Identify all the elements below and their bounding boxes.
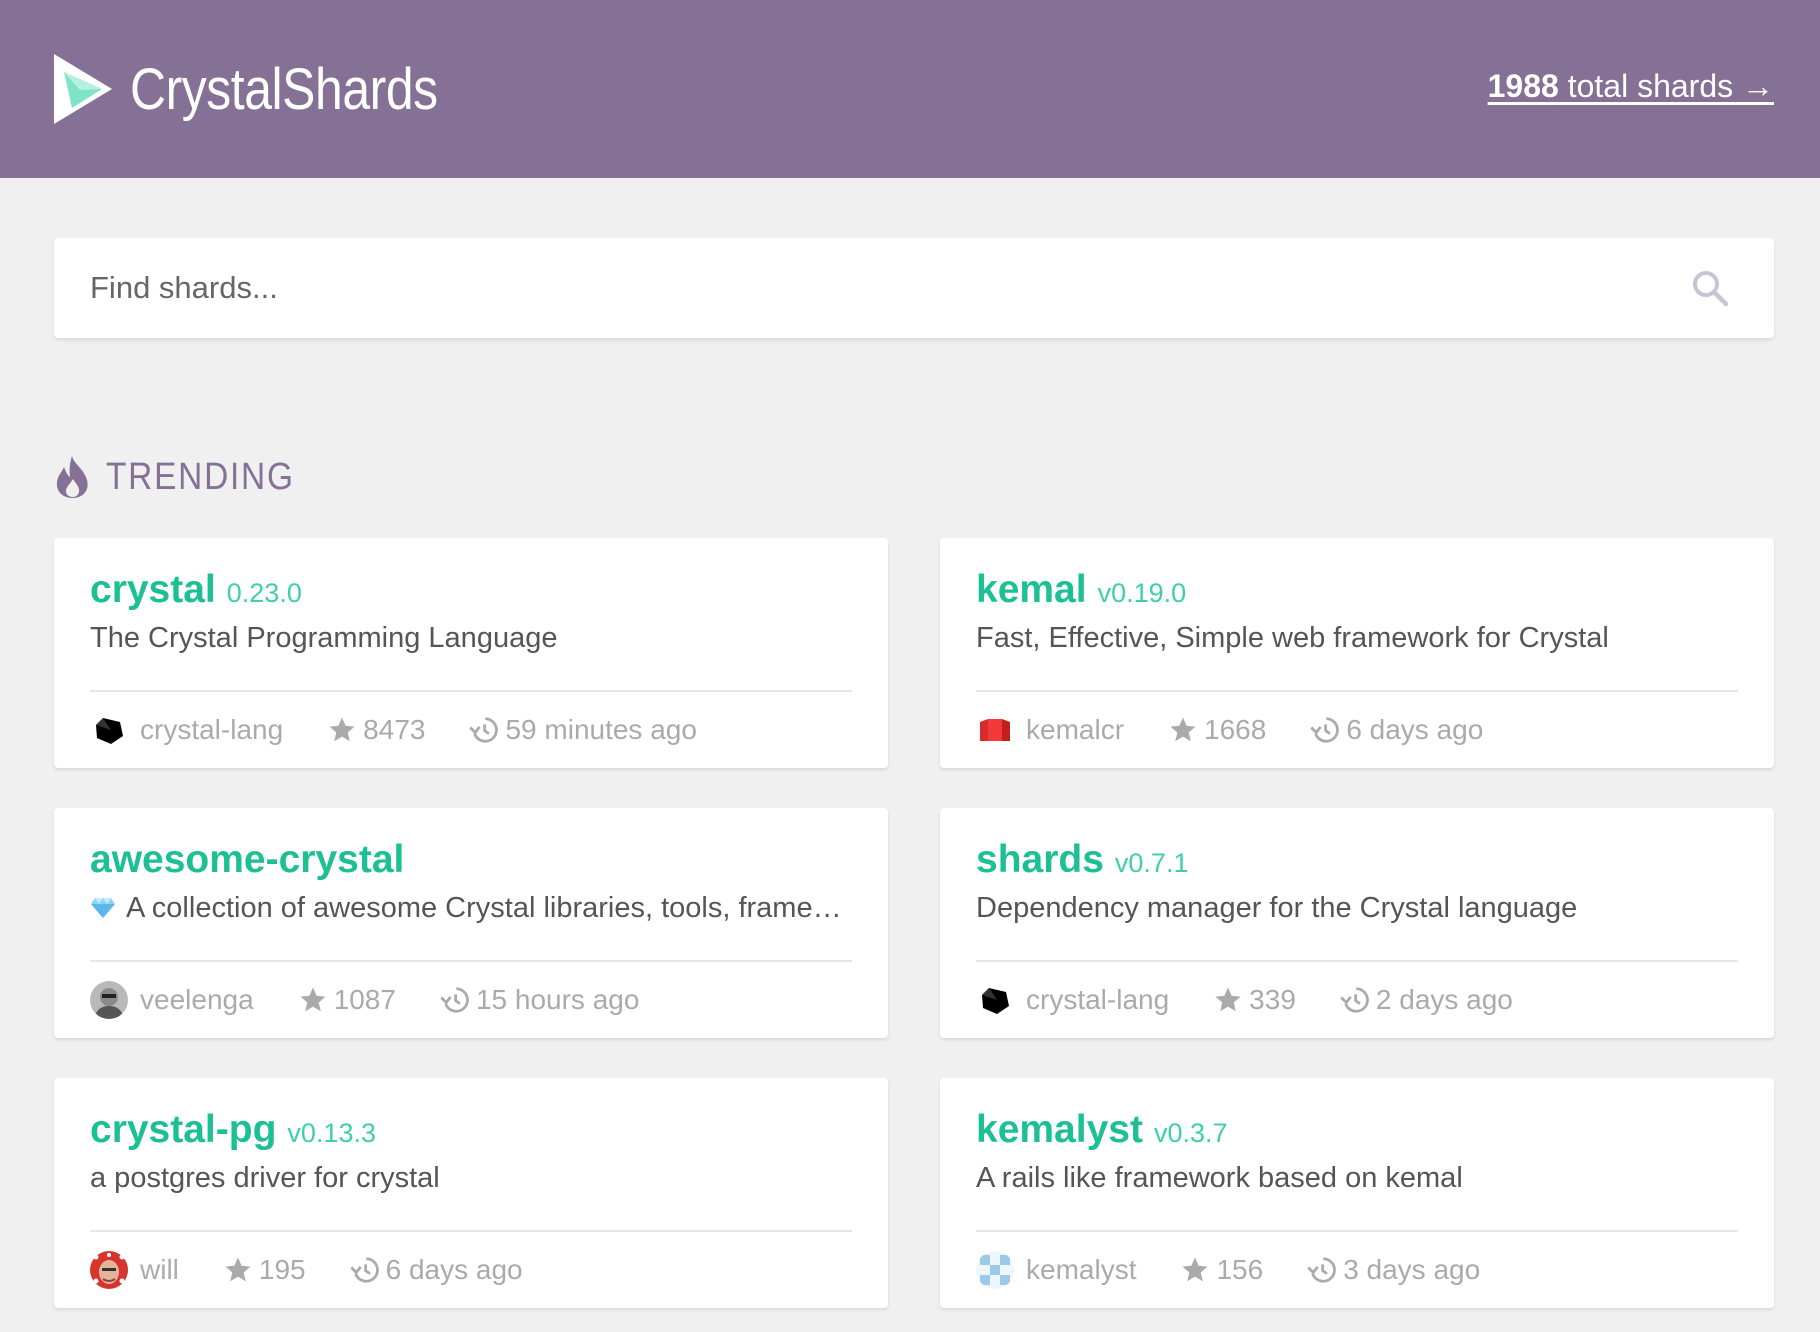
shard-meta: veelenga 1087 15 hours ago bbox=[90, 978, 639, 1022]
shard-description: The Crystal Programming Language bbox=[90, 622, 558, 654]
trending-title: TRENDING bbox=[106, 455, 295, 498]
will-avatar[interactable] bbox=[90, 1251, 128, 1289]
star-count: 195 bbox=[258, 1254, 306, 1285]
owner-link[interactable]: veelenga bbox=[140, 984, 254, 1016]
card-title-row: awesome-crystal bbox=[90, 838, 415, 882]
shard-card-crystal: crystal 0.23.0 The Crystal Programming L… bbox=[54, 538, 888, 768]
history-icon bbox=[1307, 1257, 1336, 1283]
owner-link[interactable]: crystal-lang bbox=[1026, 984, 1169, 1016]
kemalcr-avatar[interactable] bbox=[976, 711, 1014, 749]
shard-description: A rails like framework based on kemal bbox=[976, 1162, 1463, 1194]
star-icon bbox=[329, 717, 355, 742]
shard-name-link[interactable]: kemalyst bbox=[976, 1108, 1143, 1152]
crystal-logo-icon bbox=[54, 54, 112, 124]
card-divider bbox=[90, 960, 852, 962]
veelenga-avatar[interactable] bbox=[90, 981, 128, 1019]
shard-meta: kemalyst 156 3 days ago bbox=[976, 1248, 1480, 1292]
shard-card-kemal: kemal v0.19.0 Fast, Effective, Simple we… bbox=[940, 538, 1774, 768]
history-icon bbox=[1310, 717, 1340, 743]
card-title-row: kemal v0.19.0 bbox=[976, 568, 1186, 612]
card-title-row: kemalyst v0.3.7 bbox=[976, 1108, 1228, 1152]
shard-description: Dependency manager for the Crystal langu… bbox=[976, 892, 1578, 924]
star-icon bbox=[1170, 717, 1196, 742]
brand-name: CrystalShards bbox=[130, 56, 438, 122]
star-count: 1668 bbox=[1204, 714, 1267, 745]
crystal-lang-avatar[interactable] bbox=[90, 711, 128, 749]
owner-link[interactable]: crystal-lang bbox=[140, 714, 283, 746]
shard-description: a postgres driver for crystal bbox=[90, 1162, 440, 1194]
brand-link[interactable]: CrystalShards bbox=[54, 54, 488, 124]
history-icon bbox=[349, 1257, 379, 1283]
star-icon bbox=[225, 1257, 251, 1282]
updated-time: 2 days ago bbox=[1375, 984, 1513, 1015]
card-divider bbox=[976, 690, 1738, 692]
shard-card-shards: shards v0.7.1 Dependency manager for the… bbox=[940, 808, 1774, 1038]
shard-card-kemalyst: kemalyst v0.3.7 A rails like framework b… bbox=[940, 1078, 1774, 1308]
shard-name-link[interactable]: crystal-pg bbox=[90, 1108, 276, 1152]
search-input[interactable] bbox=[90, 238, 1650, 338]
star-icon bbox=[1215, 987, 1241, 1012]
gem-icon bbox=[91, 898, 115, 918]
shard-meta: kemalcr 1668 6 days ago bbox=[976, 708, 1483, 752]
history-icon bbox=[440, 987, 469, 1013]
shard-version: v0.7.1 bbox=[1114, 848, 1189, 878]
history-icon bbox=[469, 717, 499, 743]
total-shards-text: total shards → bbox=[1558, 68, 1774, 104]
card-title-row: shards v0.7.1 bbox=[976, 838, 1188, 882]
owner-link[interactable]: kemalyst bbox=[1026, 1254, 1136, 1286]
updated-time: 15 hours ago bbox=[475, 984, 640, 1015]
updated-time: 59 minutes ago bbox=[505, 714, 697, 745]
card-divider bbox=[976, 1230, 1738, 1232]
flame-icon bbox=[56, 456, 88, 498]
star-count: 8473 bbox=[363, 714, 426, 745]
card-title-row: crystal-pg v0.13.3 bbox=[90, 1108, 376, 1152]
shard-version: v0.3.7 bbox=[1153, 1118, 1228, 1148]
card-divider bbox=[976, 960, 1738, 962]
crystal-lang-avatar[interactable] bbox=[976, 981, 1014, 1019]
star-icon bbox=[300, 987, 326, 1012]
shard-description: Fast, Effective, Simple web framework fo… bbox=[976, 622, 1609, 654]
shard-card-crystal-pg: crystal-pg v0.13.3 a postgres driver for… bbox=[54, 1078, 888, 1308]
search-icon[interactable] bbox=[1690, 268, 1730, 308]
updated-time: 6 days ago bbox=[385, 1254, 523, 1285]
shard-version: v0.13.3 bbox=[287, 1118, 376, 1148]
total-shards-link[interactable]: 1988 total shards → bbox=[1488, 68, 1774, 105]
card-title-row: crystal 0.23.0 bbox=[90, 568, 302, 612]
total-shards-count: 1988 bbox=[1487, 68, 1559, 104]
shard-name-link[interactable]: crystal bbox=[90, 568, 216, 612]
star-icon bbox=[1182, 1257, 1208, 1282]
owner-link[interactable]: will bbox=[140, 1254, 179, 1286]
kemalyst-avatar[interactable] bbox=[976, 1251, 1014, 1289]
search-box bbox=[54, 238, 1774, 338]
shard-meta: crystal-lang 339 2 days ago bbox=[976, 978, 1513, 1022]
shard-version: 0.23.0 bbox=[226, 578, 302, 608]
shard-description-row: A collection of awesome Crystal librarie… bbox=[90, 892, 854, 925]
star-count: 1087 bbox=[333, 984, 396, 1015]
shard-card-awesome-crystal: awesome-crystal A collection of awesome … bbox=[54, 808, 888, 1038]
card-divider bbox=[90, 1230, 852, 1232]
trending-heading: TRENDING bbox=[54, 452, 320, 502]
card-divider bbox=[90, 690, 852, 692]
star-count: 156 bbox=[1216, 1254, 1264, 1285]
shard-version: v0.19.0 bbox=[1097, 578, 1187, 608]
shard-description: A collection of awesome Crystal librarie… bbox=[126, 892, 854, 924]
shard-meta: crystal-lang 8473 59 minutes ago bbox=[90, 708, 697, 752]
shard-name-link[interactable]: shards bbox=[976, 838, 1104, 882]
owner-link[interactable]: kemalcr bbox=[1026, 714, 1124, 746]
shard-name-link[interactable]: kemal bbox=[976, 568, 1087, 612]
shard-meta: will 195 6 days ago bbox=[90, 1248, 523, 1292]
star-count: 339 bbox=[1249, 984, 1296, 1015]
history-icon bbox=[1340, 987, 1369, 1013]
shard-name-link[interactable]: awesome-crystal bbox=[90, 838, 404, 882]
updated-time: 3 days ago bbox=[1343, 1254, 1481, 1285]
updated-time: 6 days ago bbox=[1346, 714, 1484, 745]
site-header: CrystalShards 1988 total shards → bbox=[0, 0, 1820, 178]
